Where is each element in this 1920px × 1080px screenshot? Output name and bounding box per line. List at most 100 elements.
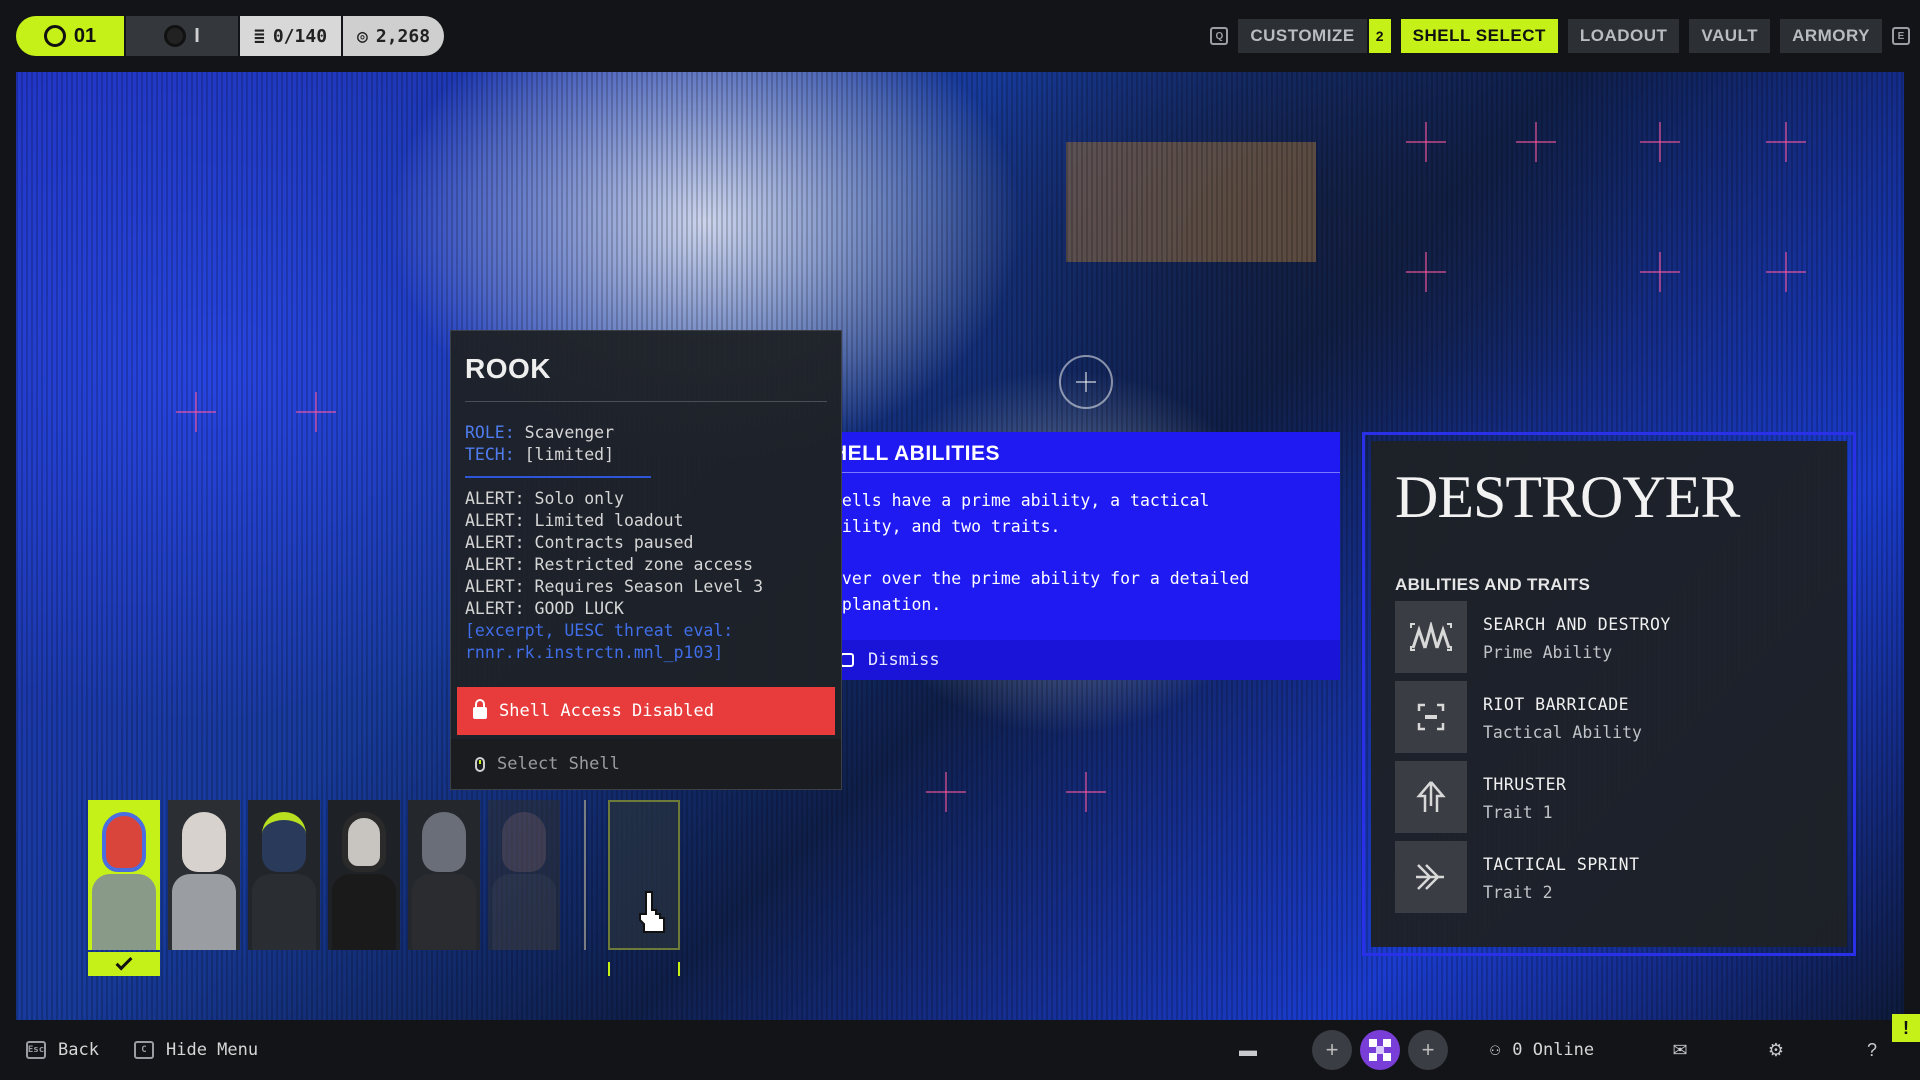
crosshair-decor-icon [1066, 772, 1106, 812]
shell-portrait [102, 812, 146, 872]
currency-value: 2,268 [375, 25, 431, 47]
shell-slot-recon[interactable] [248, 800, 320, 950]
checkmark-icon [115, 953, 133, 971]
ability-row[interactable]: SEARCH AND DESTROY Prime Ability [1395, 601, 1835, 673]
crosshair-decor-icon [1516, 122, 1556, 162]
shell-tech: TECH: [limited] [465, 445, 614, 464]
crosshair-decor-icon [1766, 122, 1806, 162]
divider [465, 476, 651, 478]
ability-type: Trait 1 [1483, 803, 1553, 822]
shell-slot-thief[interactable] [488, 800, 560, 950]
ability-name: SEARCH AND DESTROY [1483, 615, 1671, 634]
dismiss-button[interactable]: Dismiss [842, 640, 1340, 680]
crosshair-decor-icon [1406, 252, 1446, 292]
ability-type: Tactical Ability [1483, 723, 1642, 742]
crosshair-decor-icon [1640, 122, 1680, 162]
stat-pill-currency[interactable]: ◎ 2,268 [343, 16, 445, 56]
shell-portrait [262, 812, 306, 872]
shell-portrait [342, 812, 386, 872]
target-reticle-icon [1059, 355, 1113, 409]
player-status-pills: 01 I ≣ 0/140 ◎ 2,268 [16, 16, 445, 56]
crosshair-decor-icon [176, 392, 216, 432]
player-rank-pill[interactable]: I [126, 16, 240, 56]
crosshair-decor-icon [296, 392, 336, 432]
selected-indicator [88, 952, 160, 976]
notification-flag[interactable]: ! [1892, 1014, 1920, 1042]
tech-value: [limited] [524, 445, 615, 464]
hide-menu-label: Hide Menu [166, 1040, 259, 1060]
access-label: Shell Access Disabled [499, 701, 714, 721]
main-nav: Q CUSTOMIZE 2 SHELL SELECT LOADOUT VAULT… [1210, 18, 1910, 54]
dismiss-label: Dismiss [868, 650, 940, 670]
online-count: 0 Online [1512, 1040, 1595, 1060]
shell-portrait [182, 812, 226, 872]
ability-row[interactable]: THRUSTER Trait 1 [1395, 761, 1835, 833]
ability-name: THRUSTER [1483, 775, 1567, 794]
shell-slot-assassin[interactable] [168, 800, 240, 950]
list-icon: ≣ [254, 25, 265, 47]
hover-marker [608, 962, 610, 976]
shell-portrait-body [172, 874, 236, 950]
customize-badge: 2 [1366, 19, 1391, 53]
shell-slot-triage[interactable] [408, 800, 480, 950]
crosshair-decor-icon [926, 772, 966, 812]
divider [465, 401, 827, 402]
mouse-click-icon [475, 756, 485, 772]
player-rank: I [194, 24, 200, 47]
alert-line: ALERT: Solo only [465, 489, 624, 508]
escape-key-icon [842, 653, 854, 667]
stat-pill-progress[interactable]: ≣ 0/140 [240, 16, 344, 56]
shell-slot-destroyer[interactable] [88, 800, 160, 950]
tab-customize[interactable]: CUSTOMIZE [1238, 19, 1367, 53]
chat-icon[interactable]: ▬ [1238, 1040, 1258, 1060]
party-slot-empty-icon[interactable]: + [1312, 1030, 1352, 1070]
shell-portrait-body [412, 874, 476, 950]
role-value: Scavenger [524, 423, 615, 442]
select-shell-label: Select Shell [497, 754, 620, 774]
barricade-icon [1395, 681, 1467, 753]
help-icon[interactable]: ? [1862, 1040, 1882, 1060]
mail-icon[interactable]: ✉ [1670, 1040, 1690, 1060]
level-badge-icon [43, 25, 66, 47]
abilities-panel-body: DESTROYER ABILITIES AND TRAITS SEARCH AN… [1371, 441, 1847, 947]
tooltip-text: hells have a prime ability, a tactical [842, 491, 1210, 510]
shell-portrait-body [492, 874, 556, 950]
settings-gear-icon[interactable]: ⚙ [1766, 1040, 1786, 1060]
friends-icon: ⚇ [1490, 1040, 1501, 1060]
excerpt-line: rnnr.rk.instrctn.mnl_p103] [465, 643, 724, 662]
player-level: 01 [73, 24, 97, 47]
party-member-avatar[interactable] [1360, 1030, 1400, 1070]
shell-portrait-body [252, 874, 316, 950]
ability-row[interactable]: RIOT BARRICADE Tactical Ability [1395, 681, 1835, 753]
ability-type: Prime Ability [1483, 643, 1613, 662]
alert-line: ALERT: Restricted zone access [465, 555, 754, 574]
nav-prev-key-icon[interactable]: Q [1210, 27, 1229, 45]
rank-badge-icon [164, 25, 187, 47]
crosshair-decor-icon [1406, 122, 1446, 162]
stat-progress-value: 0/140 [272, 25, 328, 47]
nav-next-key-icon[interactable]: E [1892, 27, 1910, 45]
ability-row[interactable]: TACTICAL SPRINT Trait 2 [1395, 841, 1835, 913]
hide-menu-button[interactable]: C Hide Menu [134, 1020, 258, 1080]
hand-cursor-icon [639, 891, 665, 933]
alert-line: ALERT: Limited loadout [465, 511, 684, 530]
hover-marker [678, 962, 680, 976]
escape-key-icon: Esc [26, 1041, 46, 1059]
sprint-icon [1395, 841, 1467, 913]
tab-loadout[interactable]: LOADOUT [1567, 19, 1680, 53]
tab-shell-select[interactable]: SHELL SELECT [1400, 19, 1558, 53]
ability-name: RIOT BARRICADE [1483, 695, 1630, 714]
tooltip-title: HELL ABILITIES [842, 442, 1001, 465]
tab-vault[interactable]: VAULT [1689, 19, 1771, 53]
tooltip-text: xplanation. [842, 595, 942, 614]
online-friends-button[interactable]: ⚇ 0 Online [1490, 1020, 1594, 1080]
select-shell-button[interactable]: Select Shell [451, 739, 841, 789]
abilities-heading: ABILITIES AND TRAITS [1395, 575, 1591, 594]
shell-portrait-body [332, 874, 396, 950]
back-button[interactable]: Esc Back [26, 1020, 99, 1080]
party-slot-empty-icon[interactable]: + [1408, 1030, 1448, 1070]
tab-armory[interactable]: ARMORY [1780, 19, 1882, 53]
shell-slot-vandal[interactable] [328, 800, 400, 950]
player-level-pill[interactable]: 01 [16, 16, 126, 56]
shell-name: ROOK [465, 353, 551, 384]
